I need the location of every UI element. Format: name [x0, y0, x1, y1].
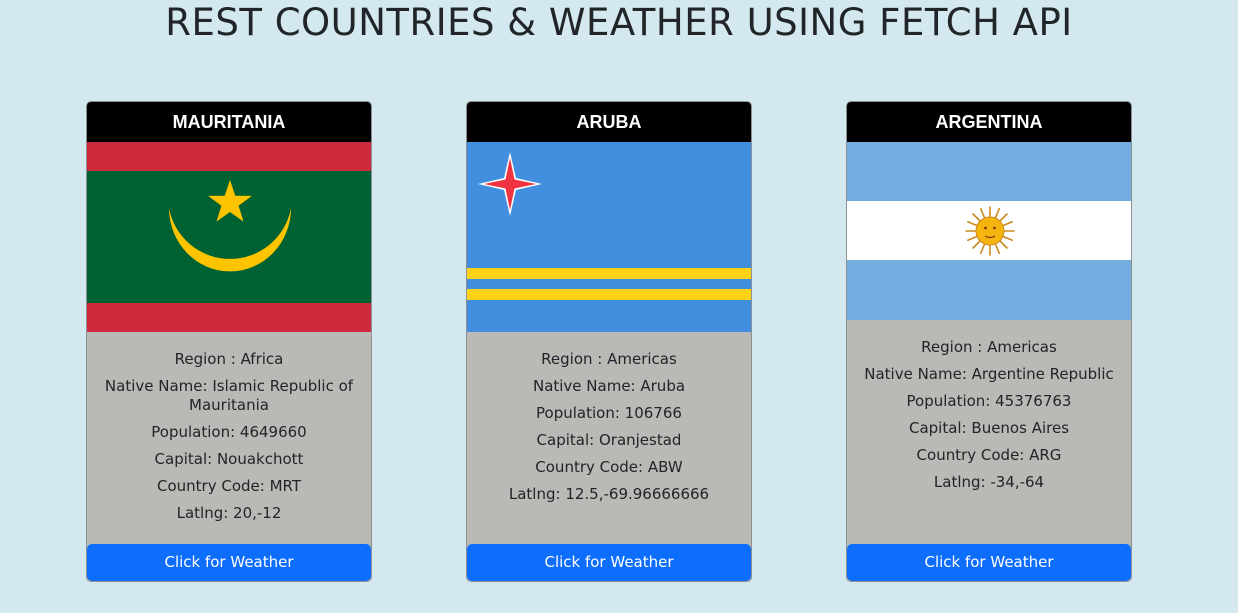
country-code-text: Country Code: MRT: [156, 477, 302, 495]
country-card-mauritania: MAURITANIA Region : Africa Native Name: …: [86, 101, 372, 582]
weather-button[interactable]: Click for Weather: [847, 544, 1131, 581]
aruba-flag-image: [467, 142, 751, 332]
latlng-text: Latlng: 12.5,-69.96666666: [508, 485, 710, 503]
country-name: MAURITANIA: [87, 102, 371, 142]
capital-text: Capital: Buenos Aires: [908, 419, 1070, 437]
country-name: ARUBA: [467, 102, 751, 142]
latlng-text: Latlng: 20,-12: [176, 504, 282, 522]
weather-button[interactable]: Click for Weather: [87, 544, 371, 581]
country-card-argentina: ARGENTINA Region : Americas Native Name:…: [846, 101, 1132, 582]
mauritania-flag-image: [87, 142, 371, 332]
country-code-text: Country Code: ABW: [535, 458, 683, 476]
population-text: Population: 106766: [536, 404, 682, 422]
country-card-aruba: ARUBA Region : Americas Native Name: Aru…: [466, 101, 752, 582]
native-name-text: Native Name: Argentine Republic: [864, 365, 1114, 383]
page-title: REST COUNTRIES & WEATHER USING FETCH API: [165, 1, 1073, 44]
region-text: Region : Africa: [174, 350, 284, 368]
country-code-text: Country Code: ARG: [916, 446, 1062, 464]
native-name-text: Native Name: Aruba: [532, 377, 686, 395]
region-text: Region : Americas: [541, 350, 677, 368]
capital-text: Capital: Nouakchott: [154, 450, 304, 468]
population-text: Population: 45376763: [906, 392, 1072, 410]
capital-text: Capital: Oranjestad: [536, 431, 682, 449]
country-name: ARGENTINA: [847, 102, 1131, 142]
weather-button[interactable]: Click for Weather: [467, 544, 751, 581]
latlng-text: Latlng: -34,-64: [933, 473, 1045, 491]
population-text: Population: 4649660: [151, 423, 307, 441]
native-name-text: Native Name: Islamic Republic of Maurita…: [104, 377, 354, 414]
argentina-flag-image: [847, 142, 1131, 320]
region-text: Region : Americas: [921, 338, 1057, 356]
